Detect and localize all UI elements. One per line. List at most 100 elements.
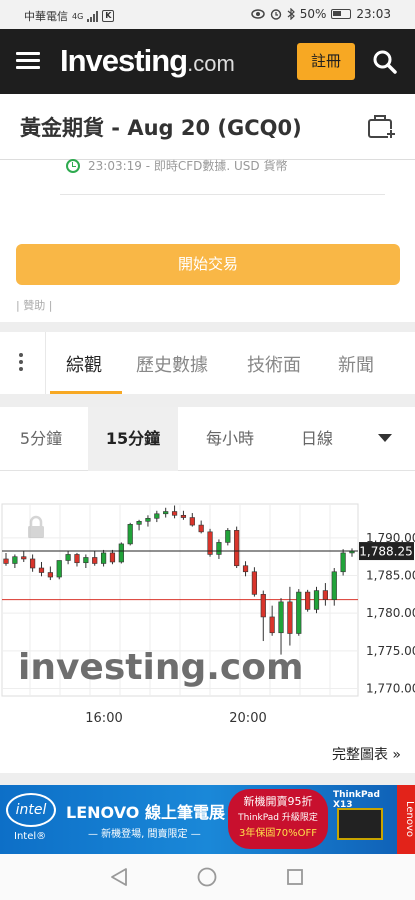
ad-promo-line3: 3年保固70%OFF	[239, 828, 317, 839]
menu-icon[interactable]	[16, 52, 40, 70]
y-tick-label: 1,785.00	[366, 569, 415, 583]
tab-news[interactable]: 新聞	[338, 351, 374, 377]
candle-body	[47, 572, 53, 578]
x-tick-label: 16:00	[85, 711, 122, 726]
candle-body	[242, 565, 249, 573]
clock-icon	[66, 158, 80, 173]
candle-body	[30, 558, 36, 569]
intel-logo: intel	[6, 793, 56, 827]
interval-selector: 5分鐘 15分鐘 每小時 日線	[0, 407, 415, 471]
candle-body	[305, 591, 311, 610]
instrument-header: 黃金期貨 - Aug 20 (GCQ0)	[0, 94, 415, 160]
candle-body	[313, 590, 320, 610]
investing-logo[interactable]: Investing.com	[60, 43, 235, 79]
app-notification-icon: K	[102, 10, 115, 22]
bluetooth-icon	[287, 8, 295, 20]
more-options-icon[interactable]	[19, 353, 23, 374]
recents-icon[interactable]	[287, 869, 303, 885]
start-trading-button[interactable]: 開始交易	[16, 244, 400, 285]
tab-technical[interactable]: 技術面	[247, 351, 301, 377]
eye-icon	[250, 9, 265, 19]
chevron-down-icon[interactable]	[378, 434, 392, 442]
candle-body	[216, 542, 222, 555]
ad-brand: ThinkPad X13	[333, 790, 380, 810]
candle-body	[92, 557, 98, 564]
quote-card: 23:03:19 - 即時CFD數據. USD 貨幣 開始交易 | 贊助 |	[0, 157, 415, 322]
top-nav: Investing.com 註冊	[0, 29, 415, 94]
candle-body	[38, 567, 45, 573]
candle-body	[278, 601, 284, 634]
candle-body	[74, 554, 80, 564]
candle-body	[287, 601, 293, 634]
signal-icon	[87, 10, 99, 22]
interval-daily[interactable]: 日線	[282, 407, 352, 471]
home-icon[interactable]	[197, 867, 217, 887]
candle-body	[269, 616, 275, 634]
intel-sub: Intel®	[14, 831, 47, 842]
candle-body	[296, 591, 302, 634]
tab-historical-data[interactable]: 歷史數據	[136, 351, 208, 377]
instrument-title: 黃金期貨 - Aug 20 (GCQ0)	[20, 116, 302, 140]
candle-body	[225, 530, 231, 543]
battery-percent: 50%	[299, 7, 327, 21]
ad-promo-line1: 新機開賣95折	[243, 795, 313, 808]
candle-body	[145, 518, 151, 522]
candle-body	[21, 556, 27, 560]
candle-body	[331, 571, 337, 600]
ad-subtitle: — 新機登場, 間賣限定 —	[88, 829, 201, 840]
ad-product: ThinkPad X13	[333, 790, 393, 850]
register-button[interactable]: 註冊	[297, 43, 355, 80]
candle-body	[154, 513, 160, 519]
candle-body	[12, 556, 18, 564]
add-to-portfolio-icon[interactable]	[367, 112, 397, 140]
interval-hourly[interactable]: 每小時	[188, 407, 272, 471]
candle-body	[322, 590, 328, 600]
time-info: 23:03:19 - 即時CFD數據. USD 貨幣	[66, 157, 287, 174]
candle-body	[189, 517, 195, 526]
candle-body	[163, 511, 169, 515]
x-tick-label: 20:00	[229, 711, 266, 726]
ad-promo: 新機開賣95折 ThinkPad 升級限定 3年保固70%OFF	[228, 789, 328, 849]
ad-side-brand: Lenovo	[397, 785, 415, 854]
time-info-text: 23:03:19 - 即時CFD數據. USD 貨幣	[88, 159, 288, 173]
section-tabs: 綜觀 歷史數據 技術面 新聞	[0, 332, 415, 394]
system-nav-bar	[0, 854, 415, 900]
candle-body	[171, 511, 178, 516]
alarm-icon	[270, 9, 281, 20]
current-price-label: 1,788.25	[359, 545, 412, 559]
candle-body	[127, 524, 133, 545]
ad-title: LENOVO 線上筆電展	[66, 803, 225, 822]
y-tick-label: 1,770.00	[366, 681, 415, 695]
candle-body	[118, 543, 124, 563]
ad-promo-line2: ThinkPad 升級限定	[238, 813, 318, 823]
interval-15min[interactable]: 15分鐘	[88, 407, 178, 471]
y-tick-label: 1,780.00	[366, 606, 415, 620]
search-icon[interactable]	[372, 49, 398, 75]
battery-icon	[331, 9, 352, 19]
divider	[60, 194, 385, 195]
candle-body	[109, 552, 116, 563]
status-bar: 中華電信 4G K 50% 23:03	[0, 0, 415, 29]
candle-body	[180, 514, 187, 518]
candle-body	[198, 524, 204, 533]
candle-body	[56, 560, 62, 578]
price-chart[interactable]: investing.com 1,790.001,785.001,780.001,…	[0, 471, 415, 733]
candle-body	[260, 594, 266, 618]
ad-banner[interactable]: intel Intel® LENOVO 線上筆電展 — 新機登場, 間賣限定 —…	[0, 785, 415, 854]
full-chart-link[interactable]: 完整圖表 »	[332, 744, 401, 764]
network-type: 4G	[72, 11, 84, 21]
tab-separator	[45, 332, 46, 394]
interval-5min[interactable]: 5分鐘	[0, 407, 82, 471]
tab-overview[interactable]: 綜觀	[66, 351, 102, 377]
chart-card: investing.com 1,790.00 1,785.00 1,780.00 1,…	[0, 471, 415, 773]
sponsored-label: | 贊助 |	[16, 299, 53, 312]
candle-body	[340, 552, 346, 573]
logo-suffix: .com	[187, 51, 235, 76]
candle-body	[100, 552, 107, 564]
candle-body	[251, 571, 258, 595]
candle-body	[65, 554, 71, 561]
candle-body	[3, 558, 9, 564]
laptop-image	[337, 808, 383, 840]
back-icon[interactable]	[111, 868, 127, 886]
chart-watermark: investing.com	[18, 647, 304, 688]
